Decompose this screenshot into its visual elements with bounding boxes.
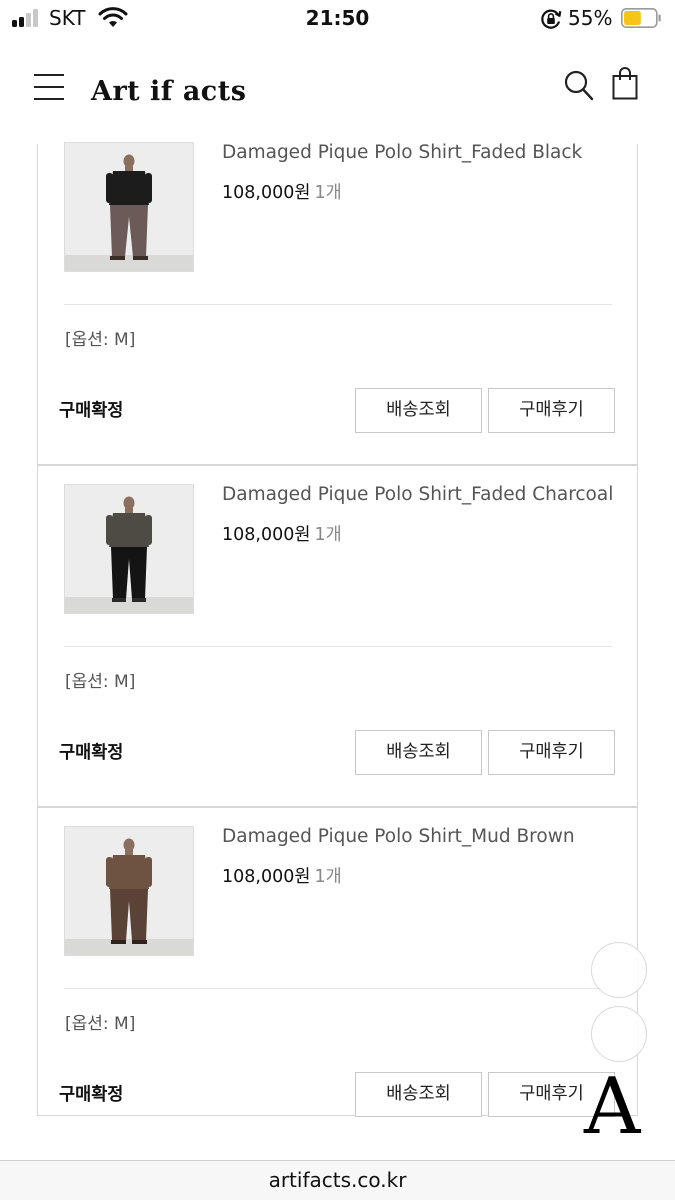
delivery-tracking-button[interactable]: 배송조회 [355, 388, 482, 433]
order-item: Damaged Pique Polo Shirt_Mud Brown 108,0… [37, 808, 638, 1117]
search-icon[interactable] [564, 70, 594, 102]
battery-percent: 55% [568, 6, 613, 30]
product-image[interactable] [64, 142, 194, 272]
product-price: 108,000원 [222, 867, 311, 887]
scroll-top-button[interactable] [591, 942, 647, 998]
price-row: 108,000원 1개 [222, 865, 342, 889]
delivery-tracking-button[interactable]: 배송조회 [355, 1072, 482, 1117]
order-status: 구매확정 [59, 1085, 124, 1105]
product-image[interactable] [64, 826, 194, 956]
rotation-lock-icon [541, 9, 562, 29]
battery-icon [621, 8, 661, 28]
write-review-button[interactable]: 구매후기 [488, 388, 615, 433]
product-image[interactable] [64, 484, 194, 614]
status-bar: SKT 21:50 55% [0, 0, 675, 40]
product-price: 108,000원 [222, 183, 311, 203]
product-option: [옵션: M] [65, 672, 136, 692]
price-row: 108,000원 1개 [222, 181, 342, 205]
divider [64, 988, 612, 989]
hamburger-menu-icon[interactable] [34, 72, 64, 102]
product-option: [옵션: M] [65, 1014, 136, 1034]
model-photo [65, 827, 193, 955]
order-status: 구매확정 [59, 401, 124, 421]
divider [64, 304, 612, 305]
product-quantity: 1개 [314, 525, 342, 545]
divider [64, 646, 612, 647]
order-list: Damaged Pique Polo Shirt_Faded Black 108… [37, 142, 638, 1117]
watermark-letter: A [584, 1062, 641, 1152]
write-review-button[interactable]: 구매후기 [488, 730, 615, 775]
product-name[interactable]: Damaged Pique Polo Shirt_Mud Brown [222, 824, 575, 850]
product-quantity: 1개 [314, 183, 342, 203]
product-quantity: 1개 [314, 867, 342, 887]
product-name[interactable]: Damaged Pique Polo Shirt_Faded Black [222, 140, 582, 166]
site-logo[interactable]: Art if acts [91, 74, 246, 110]
order-status: 구매확정 [59, 743, 124, 763]
product-price: 108,000원 [222, 525, 311, 545]
browser-url-bar[interactable]: artifacts.co.kr [0, 1160, 675, 1200]
product-name[interactable]: Damaged Pique Polo Shirt_Faded Charcoal [222, 482, 613, 508]
order-item: Damaged Pique Polo Shirt_Faded Black 108… [37, 142, 638, 466]
model-photo [65, 485, 193, 613]
product-option: [옵션: M] [65, 330, 136, 350]
model-photo [65, 143, 193, 271]
order-item: Damaged Pique Polo Shirt_Faded Charcoal … [37, 466, 638, 808]
price-row: 108,000원 1개 [222, 523, 342, 547]
shopping-bag-icon[interactable] [612, 67, 638, 100]
delivery-tracking-button[interactable]: 배송조회 [355, 730, 482, 775]
scroll-bottom-button[interactable] [591, 1006, 647, 1062]
